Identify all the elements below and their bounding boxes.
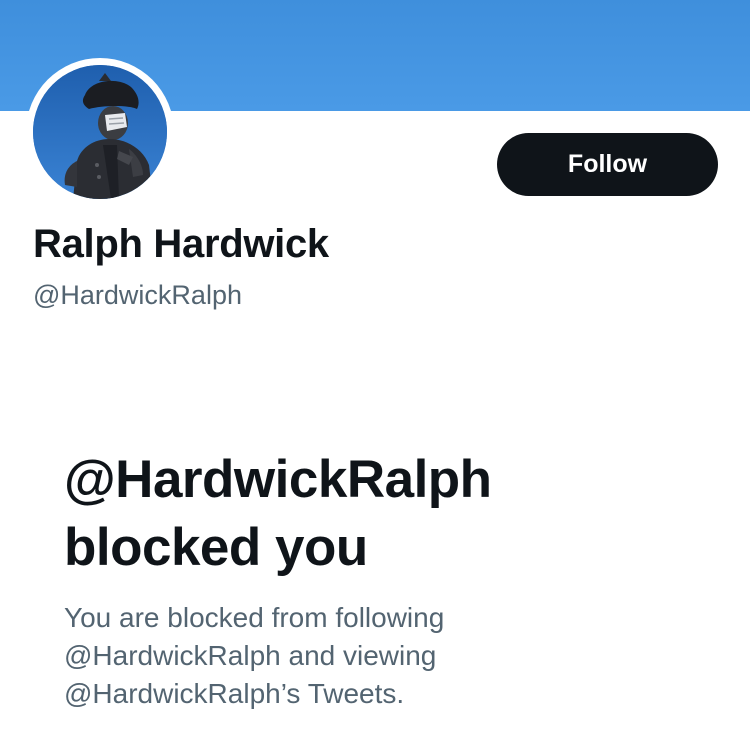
blocked-description-line: @HardwickRalph’s Tweets. xyxy=(64,678,405,709)
avatar-frame xyxy=(26,58,174,206)
blocked-title-line: blocked you xyxy=(64,518,368,577)
profile-display-name: Ralph Hardwick xyxy=(33,222,329,266)
statue-avatar-icon xyxy=(33,65,167,199)
blocked-description: You are blocked from following @Hardwick… xyxy=(64,599,684,713)
blocked-description-line: You are blocked from following xyxy=(64,602,445,633)
profile-handle: @HardwickRalph xyxy=(33,280,242,310)
blocked-description-line: @HardwickRalph and viewing xyxy=(64,640,437,671)
blocked-title: @HardwickRalph blocked you xyxy=(64,446,492,582)
blocked-title-line: @HardwickRalph xyxy=(64,450,492,509)
follow-button[interactable]: Follow xyxy=(497,133,718,196)
avatar[interactable] xyxy=(33,65,167,199)
